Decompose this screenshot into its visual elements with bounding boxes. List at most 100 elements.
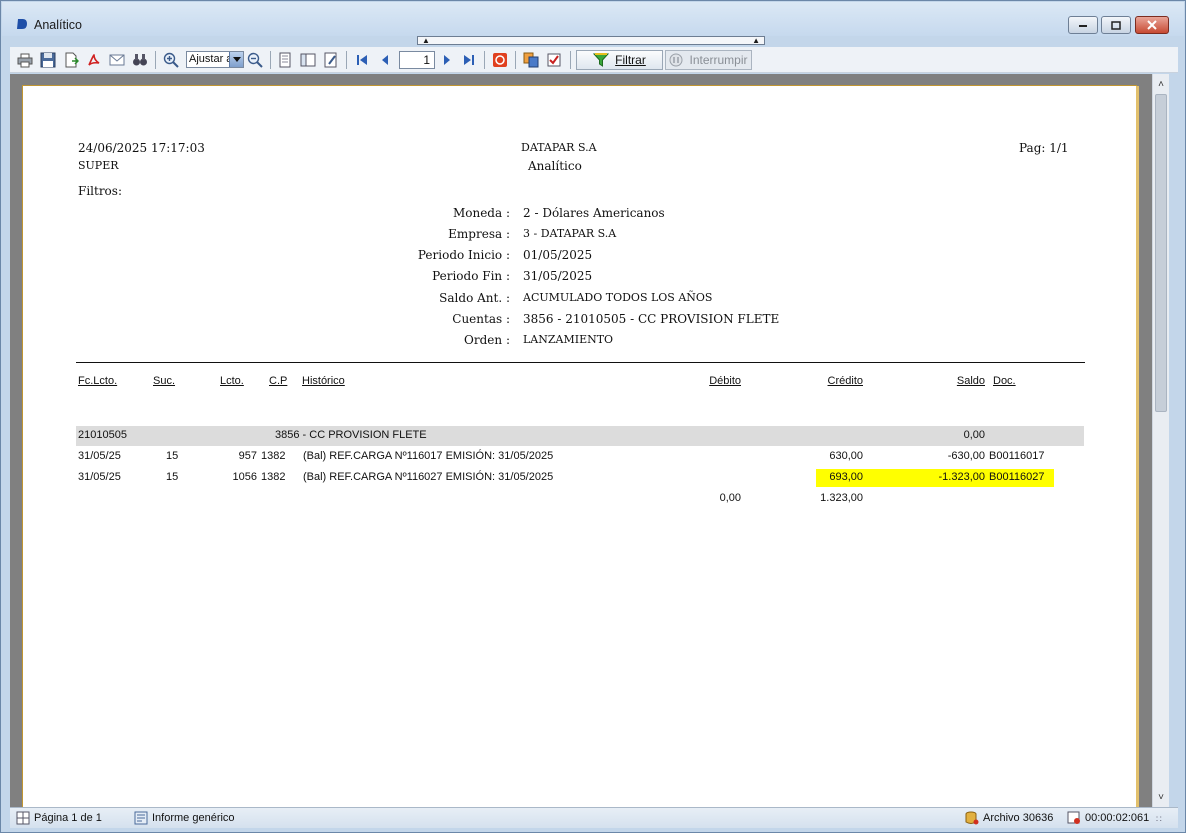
zoom-select-value: Ajustar a — [189, 53, 233, 65]
total-debito: 0,00 — [719, 492, 741, 504]
window-title: Analítico — [34, 18, 82, 32]
filter-label: Periodo Fin : — [432, 269, 510, 283]
account-name: 3856 - CC PROVISION FLETE — [275, 429, 427, 441]
account-saldo: 0,00 — [963, 429, 985, 441]
status-report-type: Informe genérico — [134, 811, 235, 825]
first-page-icon — [357, 55, 367, 65]
single-page-button[interactable] — [276, 51, 294, 69]
last-page-button[interactable] — [460, 51, 478, 69]
column-header-doc: Doc. — [993, 375, 1016, 387]
column-header-historico: Histórico — [302, 375, 345, 387]
interrupt-icon — [669, 53, 683, 67]
binoculars-icon — [133, 54, 147, 66]
minimize-icon — [1079, 25, 1087, 27]
layout-button[interactable] — [299, 51, 317, 69]
column-header-fc-lcto: Fc.Lcto. — [78, 375, 118, 387]
page-indicator: Pag: 1/1 — [1019, 141, 1069, 155]
report-window: Analítico ▲ ▲ Ajustar a 1 Filtrar Interr… — [0, 0, 1186, 833]
filter-value: 2 - Dólares Americanos — [523, 206, 665, 220]
previous-page-button[interactable] — [376, 51, 394, 69]
row-doc: B00116027 — [989, 471, 1045, 483]
first-page-button[interactable] — [353, 51, 371, 69]
title-bar: Analítico — [2, 2, 1184, 36]
column-header-lcto: Lcto. — [220, 375, 244, 387]
page-number-input[interactable]: 1 — [399, 51, 435, 69]
page-layout-icon — [16, 811, 30, 825]
zoom-in-button[interactable] — [162, 51, 180, 69]
zoom-select[interactable]: Ajustar a — [186, 51, 244, 68]
status-archive-text: Archivo 30636 — [983, 812, 1054, 824]
zoom-out-icon — [247, 52, 263, 68]
layout-icon — [300, 53, 316, 67]
envelope-icon — [109, 54, 125, 66]
row-historico: (Bal) REF.CARGA Nº116017 EMISIÓN: 31/05/… — [303, 450, 554, 462]
interrupt-button-label: Interrumpir — [689, 53, 748, 67]
column-header-saldo: Saldo — [956, 375, 985, 387]
print-button[interactable] — [16, 51, 34, 69]
status-bar: Página 1 de 1 Informe genérico Archivo 3… — [10, 807, 1178, 828]
settings-button[interactable] — [322, 51, 340, 69]
page-view-icon — [279, 52, 291, 68]
filter-label: Saldo Ant. : — [439, 291, 510, 305]
collapse-up-icon: ▲ — [752, 35, 760, 45]
column-header-debito: Débito — [709, 375, 741, 387]
vertical-scrollbar[interactable]: ˄ ˅ — [1152, 74, 1169, 807]
next-page-button[interactable] — [438, 51, 456, 69]
header-divider — [76, 362, 1085, 363]
export-button[interactable] — [62, 51, 80, 69]
scroll-down-icon[interactable]: ˅ — [1153, 789, 1169, 805]
save-button[interactable] — [39, 51, 57, 69]
interrupt-button[interactable]: Interrumpir — [665, 50, 752, 70]
resize-grip-icon[interactable]: ∷ — [1156, 814, 1162, 825]
report-viewport[interactable]: 24/06/2025 17:17:03 SUPER DATAPAR S.A An… — [10, 74, 1152, 826]
row-credito: 693,00 — [829, 471, 863, 483]
row-historico: (Bal) REF.CARGA Nº116027 EMISIÓN: 31/05/… — [303, 471, 554, 483]
last-page-icon — [464, 55, 474, 65]
pdf-button[interactable] — [85, 51, 103, 69]
toolbar-collapse-handle[interactable]: ▲ ▲ — [417, 36, 765, 45]
zoom-out-button[interactable] — [246, 51, 264, 69]
email-button[interactable] — [108, 51, 126, 69]
filters-heading: Filtros: — [78, 184, 122, 198]
row-credito: 630,00 — [829, 450, 863, 462]
filter-value: ACUMULADO TODOS LOS AÑOS — [523, 291, 713, 304]
filter-label: Orden : — [464, 333, 510, 347]
total-credito: 1.323,00 — [820, 492, 863, 504]
timer-icon — [1067, 811, 1080, 824]
find-button[interactable] — [131, 51, 149, 69]
restore-button[interactable] — [1101, 16, 1131, 34]
toolbar-separator — [346, 51, 347, 69]
scrollbar-thumb[interactable] — [1155, 94, 1167, 412]
column-header-credito: Crédito — [827, 375, 863, 387]
report-icon — [134, 811, 148, 825]
floppy-disk-icon — [40, 52, 56, 68]
status-elapsed: 00:00:02:061 — [1067, 811, 1149, 825]
status-archive: Archivo 30636 — [965, 811, 1053, 825]
previous-page-icon — [382, 55, 388, 65]
toolbar-separator — [270, 51, 271, 69]
filter-label: Moneda : — [452, 206, 510, 220]
close-button[interactable] — [1135, 16, 1169, 34]
copy-button[interactable] — [522, 51, 540, 69]
page-edge — [1136, 86, 1139, 826]
filter-button[interactable]: Filtrar — [576, 50, 663, 70]
row-fecha: 31/05/25 — [78, 471, 121, 483]
close-icon — [1147, 20, 1157, 30]
app-logo-icon — [17, 19, 27, 29]
report-datetime: 24/06/2025 17:17:03 — [78, 141, 205, 155]
scroll-up-icon[interactable]: ˄ — [1153, 76, 1169, 92]
status-page-text: Página 1 de 1 — [34, 812, 102, 824]
export-page-icon — [65, 52, 79, 68]
filter-label: Periodo Inicio : — [417, 248, 510, 262]
report-page: 24/06/2025 17:17:03 SUPER DATAPAR S.A An… — [22, 85, 1137, 825]
next-page-icon — [444, 55, 450, 65]
report-name: Analítico — [528, 159, 582, 173]
status-report-type-text: Informe genérico — [152, 812, 235, 824]
close-preview-button[interactable] — [491, 51, 509, 69]
minimize-button[interactable] — [1068, 16, 1098, 34]
column-header-suc: Suc. — [153, 375, 176, 387]
check-button[interactable] — [545, 51, 563, 69]
filter-value: LANZAMIENTO — [523, 333, 614, 346]
filter-value: 01/05/2025 — [523, 248, 593, 262]
row-lcto: 957 — [238, 450, 257, 462]
